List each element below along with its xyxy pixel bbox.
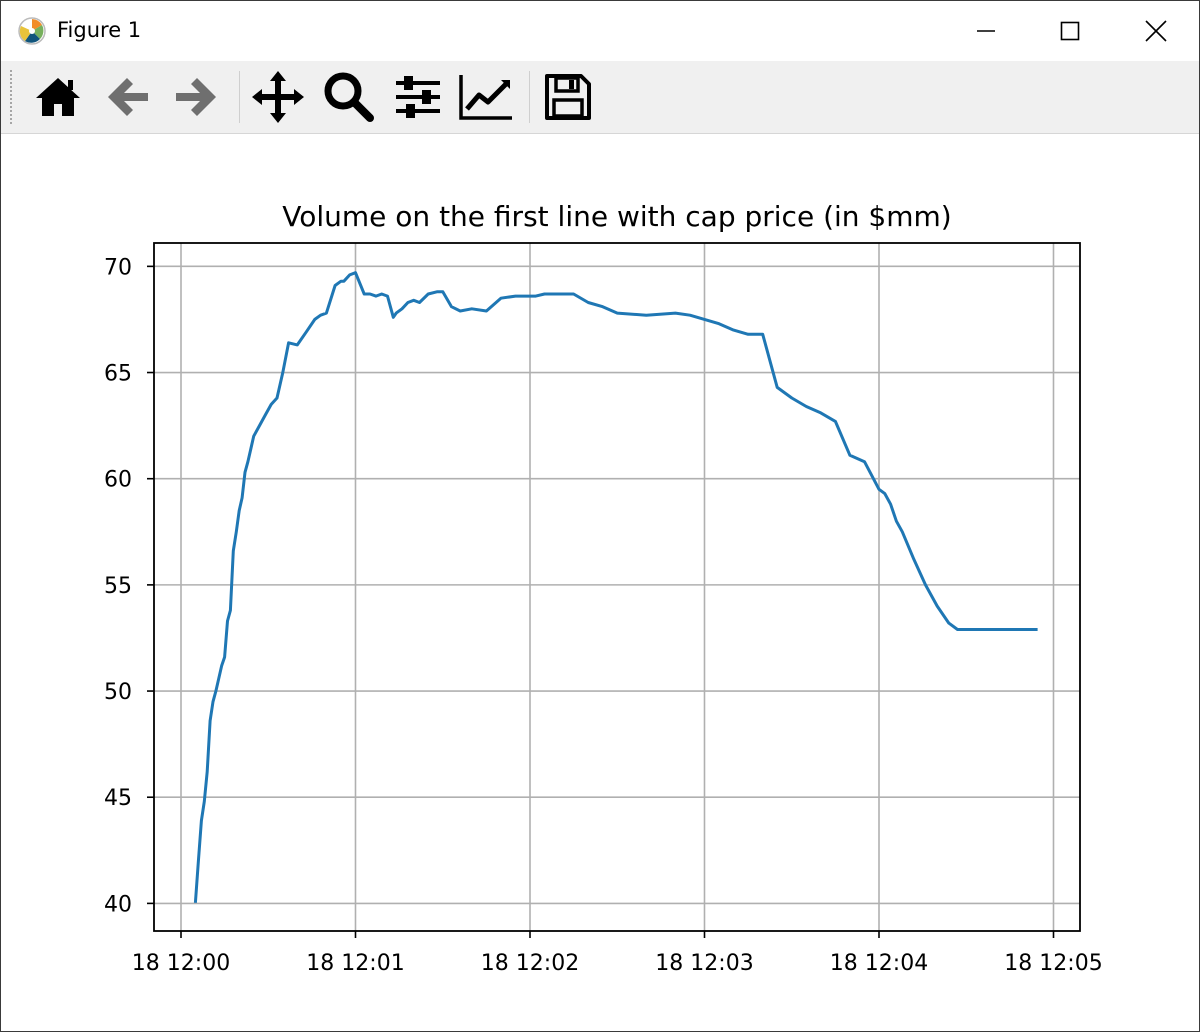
y-tick-label: 65 xyxy=(104,362,132,387)
figure-window: Figure 1 Volume on the first line with c… xyxy=(0,0,1200,1032)
y-tick-label: 55 xyxy=(104,574,132,599)
maximize-button[interactable] xyxy=(1027,1,1113,61)
title-bar[interactable]: Figure 1 xyxy=(1,1,1199,61)
pan-button[interactable] xyxy=(249,67,307,127)
navigation-toolbar xyxy=(1,61,1199,134)
y-tick-label: 70 xyxy=(104,255,132,280)
x-tick-label: 18 12:05 xyxy=(1004,951,1102,976)
minimize-icon xyxy=(977,30,995,32)
zoom-button[interactable] xyxy=(319,67,377,127)
edit-axis-button[interactable] xyxy=(457,67,515,127)
axes-frame xyxy=(153,242,1081,932)
matplotlib-logo-icon xyxy=(17,16,47,46)
home-icon xyxy=(36,78,80,116)
minimize-button[interactable] xyxy=(943,1,1029,61)
x-tick-label: 18 12:00 xyxy=(132,951,230,976)
toolbar-grip[interactable] xyxy=(9,69,13,125)
window-title: Figure 1 xyxy=(57,18,142,42)
x-tick-label: 18 12:03 xyxy=(655,951,753,976)
save-button[interactable] xyxy=(539,67,597,127)
back-icon xyxy=(108,78,148,116)
maximize-icon xyxy=(1060,21,1080,41)
x-tick-label: 18 12:02 xyxy=(481,951,579,976)
y-tick-label: 50 xyxy=(104,680,132,705)
save-icon xyxy=(545,74,591,120)
toolbar-separator xyxy=(529,71,530,123)
line-chart: Volume on the first line with cap price … xyxy=(104,200,1103,976)
subplots-icon xyxy=(396,76,440,118)
zoom-icon xyxy=(324,72,374,122)
home-button[interactable] xyxy=(29,67,87,127)
close-button[interactable] xyxy=(1113,1,1199,61)
y-tick-label: 60 xyxy=(104,468,132,493)
forward-button[interactable] xyxy=(167,67,225,127)
data-series-line xyxy=(193,271,1038,903)
x-tick-label: 18 12:01 xyxy=(306,951,404,976)
back-button[interactable] xyxy=(99,67,157,127)
configure-subplots-button[interactable] xyxy=(389,67,447,127)
y-tick-label: 40 xyxy=(104,892,132,917)
forward-icon xyxy=(176,78,216,116)
close-icon xyxy=(1145,20,1167,42)
edit-axis-icon xyxy=(459,75,512,120)
chart-title: Volume on the first line with cap price … xyxy=(282,200,951,233)
plot-canvas[interactable]: Volume on the first line with cap price … xyxy=(1,134,1199,1031)
pan-icon xyxy=(252,71,304,123)
x-tick-label: 18 12:04 xyxy=(830,951,928,976)
y-tick-label: 45 xyxy=(104,786,132,811)
toolbar-separator xyxy=(239,71,240,123)
